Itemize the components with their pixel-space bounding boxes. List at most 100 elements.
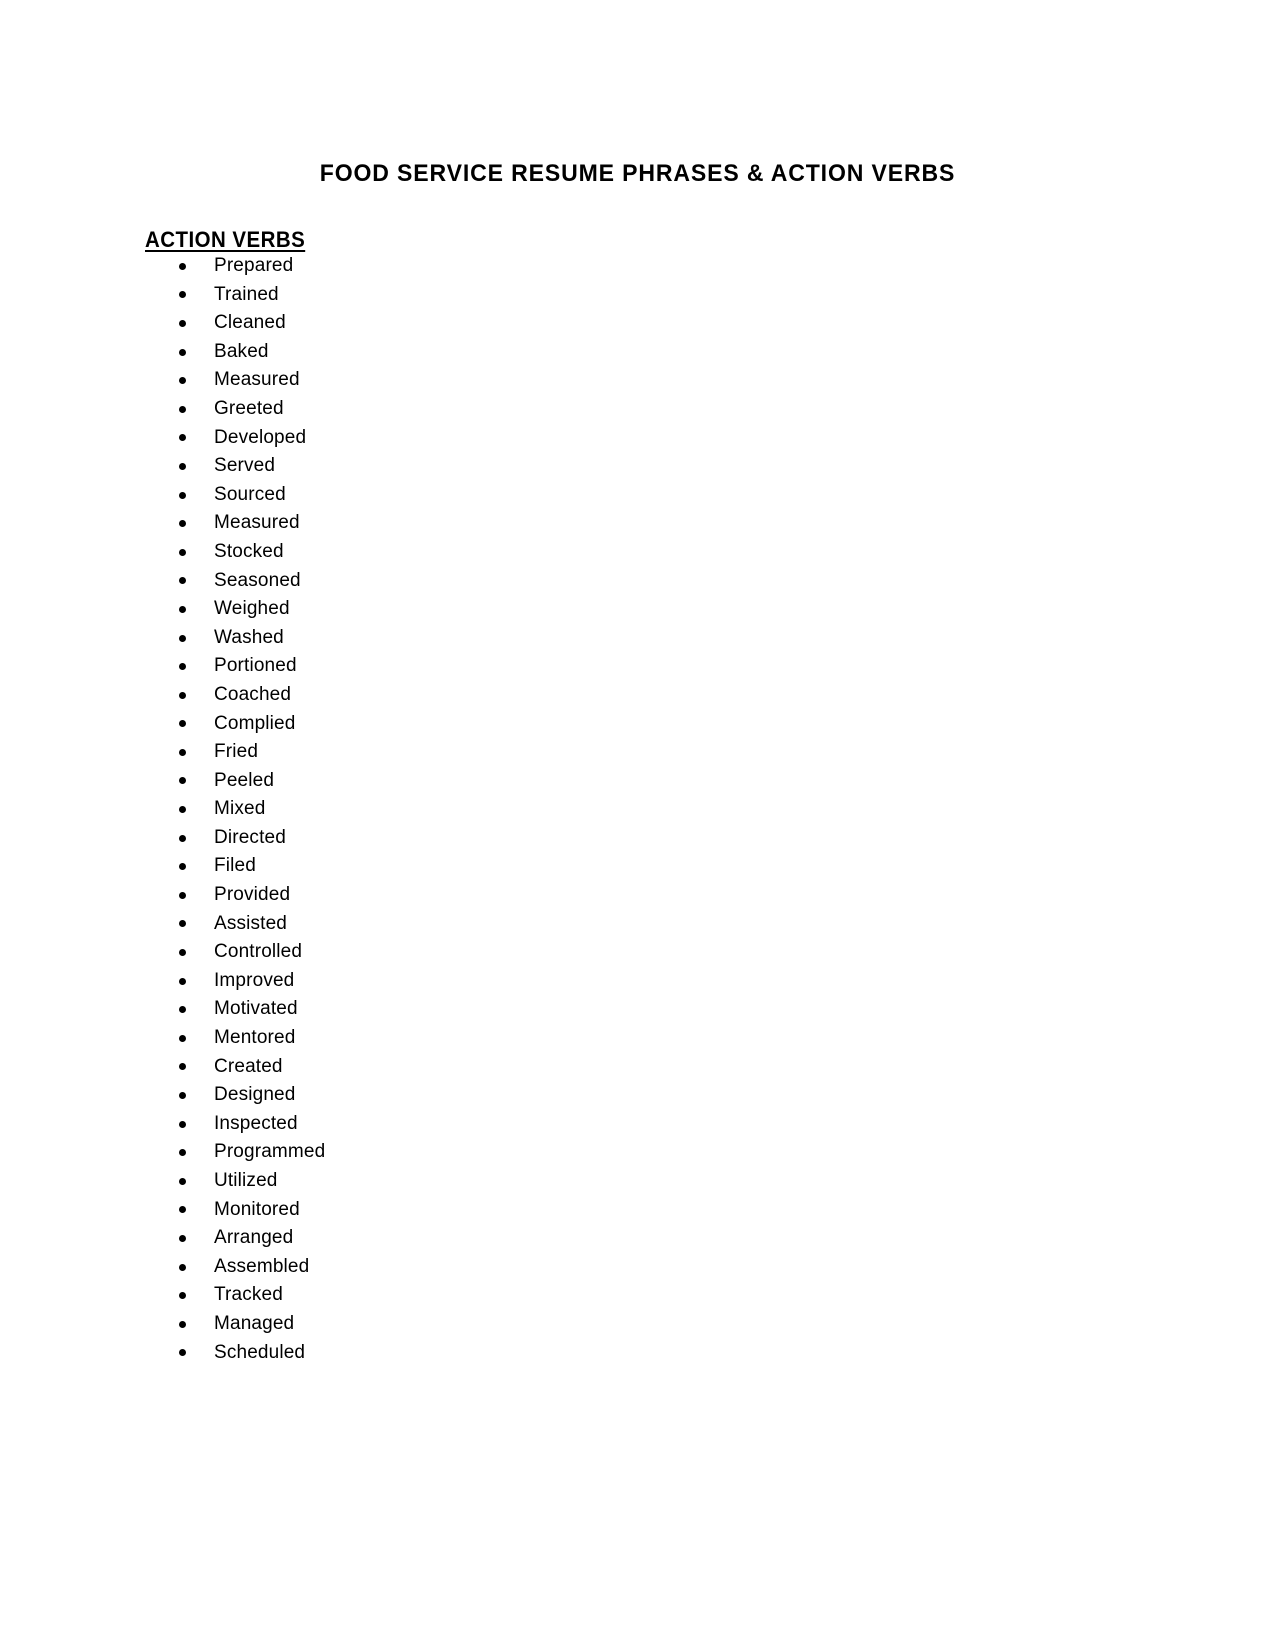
section-heading-action-verbs: ACTION VERBS xyxy=(145,227,306,253)
list-item: Monitored xyxy=(0,1196,1275,1225)
bullet-icon xyxy=(179,319,186,327)
list-item: Scheduled xyxy=(0,1339,1275,1368)
list-item-label: Portioned xyxy=(214,655,297,677)
list-item-label: Coached xyxy=(214,683,292,705)
list-item: Programmed xyxy=(0,1138,1275,1167)
bullet-icon xyxy=(179,1149,186,1157)
list-item: Served xyxy=(0,452,1275,481)
list-item: Motivated xyxy=(0,995,1275,1024)
list-item: Washed xyxy=(0,624,1275,653)
list-item-label: Scheduled xyxy=(214,1341,306,1363)
bullet-icon xyxy=(179,834,186,842)
list-item-label: Directed xyxy=(214,826,286,848)
bullet-icon xyxy=(179,1092,186,1100)
bullet-icon xyxy=(179,291,186,299)
bullet-icon xyxy=(179,1177,186,1185)
bullet-icon xyxy=(179,949,186,957)
bullet-icon xyxy=(179,577,186,585)
list-item: Portioned xyxy=(0,652,1275,681)
list-item: Filed xyxy=(0,852,1275,881)
bullet-icon xyxy=(179,520,186,528)
list-item: Created xyxy=(0,1053,1275,1082)
list-item: Measured xyxy=(0,366,1275,395)
list-item: Greeted xyxy=(0,395,1275,424)
list-item-label: Sourced xyxy=(214,483,286,505)
list-item: Inspected xyxy=(0,1110,1275,1139)
list-item: Stocked xyxy=(0,538,1275,567)
list-item-label: Utilized xyxy=(214,1170,278,1191)
bullet-icon xyxy=(179,491,186,499)
bullet-icon xyxy=(179,1349,186,1357)
bullet-icon xyxy=(179,548,186,556)
bullet-icon xyxy=(179,1034,186,1042)
list-item: Managed xyxy=(0,1310,1275,1339)
bullet-icon xyxy=(179,605,186,613)
list-item: Assisted xyxy=(0,910,1275,939)
bullet-icon xyxy=(179,1063,186,1071)
list-item: Trained xyxy=(0,281,1275,310)
list-item-label: Complied xyxy=(214,712,296,734)
list-item-label: Inspected xyxy=(214,1112,298,1134)
document-page: FOOD SERVICE RESUME PHRASES & ACTION VER… xyxy=(0,0,1275,1650)
list-item-label: Washed xyxy=(214,626,284,648)
list-item-label: Weighed xyxy=(214,598,290,620)
list-item: Peeled xyxy=(0,767,1275,796)
bullet-icon xyxy=(179,1006,186,1014)
bullet-icon xyxy=(179,1206,186,1214)
list-item-label: Baked xyxy=(214,340,269,362)
list-item-label: Assembled xyxy=(214,1255,310,1277)
bullet-icon xyxy=(179,405,186,413)
list-item: Seasoned xyxy=(0,567,1275,596)
bullet-icon xyxy=(179,691,186,699)
bullet-icon xyxy=(179,863,186,871)
list-item-label: Cleaned xyxy=(214,312,286,334)
list-item: Tracked xyxy=(0,1281,1275,1310)
bullet-icon xyxy=(179,434,186,442)
list-item: Cleaned xyxy=(0,309,1275,338)
bullet-icon xyxy=(179,1263,186,1271)
list-item: Assembled xyxy=(0,1253,1275,1282)
list-item: Prepared xyxy=(0,252,1275,281)
list-item: Controlled xyxy=(0,938,1275,967)
list-item-label: Managed xyxy=(214,1312,295,1334)
list-item: Coached xyxy=(0,681,1275,710)
list-item: Arranged xyxy=(0,1224,1275,1253)
list-item-label: Trained xyxy=(214,283,279,305)
list-item-label: Programmed xyxy=(214,1141,326,1163)
bullet-icon xyxy=(179,920,186,928)
list-item: Baked xyxy=(0,338,1275,367)
list-item-label: Tracked xyxy=(214,1284,283,1306)
bullet-icon xyxy=(179,348,186,356)
bullet-icon xyxy=(179,1234,186,1242)
list-item-label: Created xyxy=(214,1055,283,1077)
list-item-label: Provided xyxy=(214,884,291,906)
list-item-label: Measured xyxy=(214,369,300,391)
list-item: Fried xyxy=(0,738,1275,767)
list-item-label: Designed xyxy=(214,1084,296,1106)
list-item-label: Developed xyxy=(214,426,307,448)
bullet-icon xyxy=(179,634,186,642)
list-item: Designed xyxy=(0,1081,1275,1110)
bullet-icon xyxy=(179,720,186,728)
list-item: Directed xyxy=(0,824,1275,853)
list-item: Mixed xyxy=(0,795,1275,824)
list-item: Developed xyxy=(0,424,1275,453)
bullet-icon xyxy=(179,777,186,785)
list-item-label: Improved xyxy=(214,969,295,991)
list-item-label: Measured xyxy=(214,512,300,534)
bullet-icon xyxy=(179,377,186,385)
list-item: Measured xyxy=(0,509,1275,538)
list-item: Improved xyxy=(0,967,1275,996)
list-item-label: Assisted xyxy=(214,912,288,934)
bullet-icon xyxy=(179,806,186,814)
list-item-label: Arranged xyxy=(214,1227,294,1249)
list-item: Sourced xyxy=(0,481,1275,510)
bullet-icon xyxy=(179,663,186,671)
bullet-icon xyxy=(179,462,186,470)
bullet-icon xyxy=(179,1120,186,1128)
list-item: Complied xyxy=(0,710,1275,739)
list-item-label: Prepared xyxy=(214,255,294,276)
bullet-icon xyxy=(179,1320,186,1328)
bullet-icon xyxy=(179,748,186,756)
bullet-icon xyxy=(179,977,186,985)
